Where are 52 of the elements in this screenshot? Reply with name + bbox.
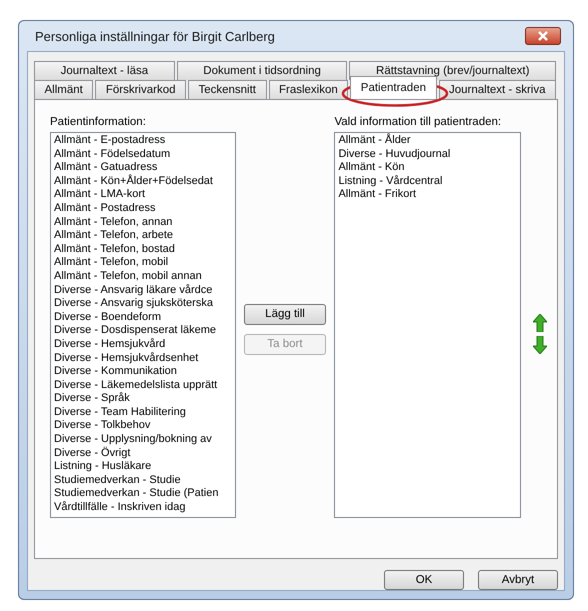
list-item[interactable]: Allmänt - Telefon, annan (54, 216, 232, 230)
list-item[interactable]: Listning - Husläkare (54, 460, 232, 474)
list-label: Vald information till patientraden: (334, 116, 502, 128)
list-item[interactable]: Allmänt - Kön+Ålder+Födelsedat (54, 174, 232, 188)
tab[interactable]: Dokument i tidsordning (176, 61, 348, 80)
list-item[interactable]: Diverse - Språk (54, 392, 232, 406)
list-item[interactable]: Allmänt - Postadress (54, 202, 232, 216)
add-button[interactable]: Lägg till (244, 304, 326, 324)
list-item[interactable]: Allmänt - Telefon, arbete (54, 229, 232, 243)
move-down-icon[interactable] (533, 336, 547, 354)
list-item[interactable]: Allmänt - Telefon, mobil (54, 256, 232, 270)
list-item[interactable]: Diverse - Huvudjournal (338, 148, 517, 162)
list-item[interactable]: Allmänt - Kön (338, 161, 517, 175)
list-item[interactable]: Diverse - Hemsjukvård (54, 338, 232, 352)
list-item[interactable]: Allmänt - Födelsedatum (54, 148, 232, 162)
list-label: Patientinformation: (50, 116, 147, 128)
tab[interactable]: Rättstavning (brev/journaltext) (349, 61, 556, 80)
list-item[interactable]: Diverse - Kommunikation (54, 365, 232, 379)
list-item[interactable]: Diverse - Hemsjukvårdsenhet (54, 352, 232, 366)
tab[interactable]: Journaltext - skriva (438, 80, 556, 99)
list-item[interactable]: Allmänt - E-postadress (54, 134, 232, 148)
list-item[interactable]: Allmänt - Telefon, bostad (54, 242, 232, 256)
tab[interactable]: Förskrivarkod (95, 80, 186, 99)
list-item[interactable]: Diverse - Upplysning/bokning av (54, 433, 232, 447)
tab[interactable]: Fraslexikon (268, 80, 348, 99)
tab[interactable]: Allmänt (34, 80, 94, 99)
list-item[interactable]: Diverse - Ansvarig sjuksköterska (54, 297, 232, 311)
move-up-icon[interactable] (533, 314, 547, 332)
cancel-button[interactable]: Avbryt (478, 570, 558, 590)
list-item[interactable]: Allmänt - Telefon, mobil annan (54, 270, 232, 284)
tab[interactable]: Journaltext - läsa (34, 61, 175, 80)
list-item[interactable]: Studiemedverkan - Studie (Patien (54, 487, 232, 502)
list-item[interactable]: Diverse - Läkemedelslista upprätt (54, 378, 232, 392)
list-item[interactable]: Studiemedverkan - Studie (54, 474, 232, 488)
list-item[interactable]: Vårdtillfälle - Inskriven idag (54, 501, 232, 515)
list-item[interactable]: Diverse - Dosdispenserat läkeme (54, 324, 232, 338)
list-item[interactable]: Diverse - Övrigt (54, 446, 232, 460)
list-item[interactable]: Diverse - Boendeform (54, 310, 232, 324)
tab[interactable]: Patientraden (350, 76, 436, 99)
list-item[interactable]: Diverse - Tolkbehov (54, 419, 232, 434)
ok-button[interactable]: OK (384, 570, 464, 590)
list-item[interactable]: Diverse - Team Habilitering (54, 406, 232, 420)
close-button[interactable] (525, 27, 561, 45)
close-icon (537, 31, 549, 41)
list-item[interactable]: Allmänt - Gatuadress (54, 161, 232, 175)
list-item[interactable]: Allmänt - Ålder (338, 134, 517, 148)
list-item[interactable]: Listning - Vårdcentral (338, 174, 517, 188)
list-item[interactable]: Diverse - Ansvarig läkare vårdce (54, 284, 232, 298)
list-item[interactable]: Allmänt - LMA-kort (54, 188, 232, 202)
window-title: Personliga inställningar för Birgit Carlberg (35, 28, 275, 44)
list-item[interactable]: Allmänt - Frikort (338, 188, 517, 202)
tab[interactable]: Teckensnitt (188, 80, 266, 99)
